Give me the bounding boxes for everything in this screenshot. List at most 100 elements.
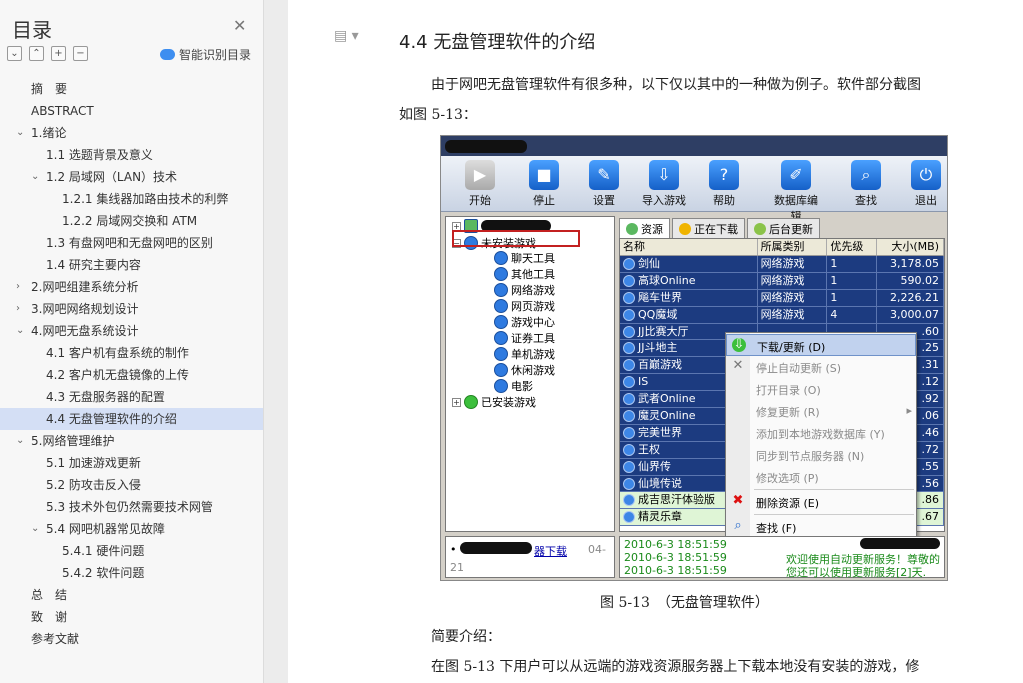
toolbar-button[interactable]: ⌕ 查找 (841, 160, 891, 208)
toc-item[interactable]: 5.4.1 硬件问题 (0, 540, 263, 562)
toc-item[interactable]: ⌄ 1.2 局域网（LAN）技术 (0, 166, 263, 188)
download-icon (623, 257, 635, 270)
toc-item[interactable]: › 3.网吧网络规划设计 (0, 298, 263, 320)
toc-item-label: 5.4.2 软件问题 (62, 566, 145, 580)
toolbar-icon: ✐ (781, 160, 811, 190)
collapse-all-icon[interactable]: ⌃ (29, 46, 44, 61)
toc-item[interactable]: ⌄ 5.网络管理维护 (0, 430, 263, 452)
cell-name-text: 仙境传说 (638, 476, 682, 490)
toc-item[interactable]: 5.2 防攻击反入侵 (0, 474, 263, 496)
cell-cat: 网络游戏 (758, 256, 828, 272)
grid-tab[interactable]: 后台更新 (747, 218, 820, 238)
remove-heading-icon[interactable]: − (73, 46, 88, 61)
column-header[interactable]: 优先级 (827, 239, 878, 255)
toc-item[interactable]: 1.2.1 集线器加路由技术的利弊 (0, 188, 263, 210)
tree-node-installed[interactable]: + 已安装游戏 (452, 394, 536, 410)
tree-label: 聊天工具 (511, 252, 555, 265)
tree-node[interactable]: 网页游戏 (494, 298, 555, 314)
context-menu-item[interactable]: 修改选项 (P) (726, 466, 916, 488)
cell-pri: 1 (827, 289, 878, 306)
chevron-down-icon[interactable]: ⌄ (16, 430, 24, 452)
tree-node[interactable]: 聊天工具 (494, 250, 555, 266)
toc-item-label: 4.2 客户机无盘镜像的上传 (46, 368, 189, 382)
toolbar-button[interactable]: ⇩ 导入游戏 (639, 160, 689, 208)
toc-item[interactable]: 1.3 有盘网吧和无盘网吧的区别 (0, 232, 263, 254)
news-link[interactable]: 器下载 (534, 543, 567, 559)
toolbar-button[interactable]: ✎ 设置 (579, 160, 629, 208)
toc-item[interactable]: 摘 要 (0, 78, 263, 100)
toc-item[interactable]: ABSTRACT (0, 100, 263, 122)
toc-item[interactable]: 4.3 无盘服务器的配置 (0, 386, 263, 408)
context-menu-item[interactable]: ✖ 删除资源 (E) (726, 491, 916, 513)
page-menu-icon[interactable]: ▤ ▾ (334, 28, 359, 44)
context-menu-item[interactable]: 修复更新 (R) ▸ (726, 400, 916, 422)
chevron-down-icon[interactable]: ⌄ (16, 320, 24, 342)
toc-item[interactable]: 4.4 无盘管理软件的介绍 (0, 408, 263, 430)
tree-node[interactable]: 网络游戏 (494, 282, 555, 298)
toc-item[interactable]: 5.4.2 软件问题 (0, 562, 263, 584)
toolbar-button[interactable]: ■ 停止 (519, 160, 569, 208)
toc-item[interactable]: 5.1 加速游戏更新 (0, 452, 263, 474)
grid-tab[interactable]: 资源 (619, 218, 670, 238)
column-header[interactable]: 所属类别 (758, 239, 828, 255)
toc-item[interactable]: ⌄ 5.4 网吧机器常见故障 (0, 518, 263, 540)
toolbar-button[interactable]: ? 帮助 (699, 160, 749, 208)
close-icon[interactable]: ✕ (233, 16, 246, 35)
toc-item[interactable]: ⌄ 4.网吧无盘系统设计 (0, 320, 263, 342)
tree-node[interactable]: 单机游戏 (494, 346, 555, 362)
context-menu-item[interactable]: ⌕ 查找 (F) (726, 516, 916, 538)
context-menu-item[interactable]: 打开目录 (O) (726, 378, 916, 400)
toc-item[interactable]: 4.2 客户机无盘镜像的上传 (0, 364, 263, 386)
paragraph-line: 由于网吧无盘管理软件有很多种，以下仅以其中的一种做为例子。软件部分截图 (431, 77, 921, 93)
cell-cat: 网络游戏 (758, 306, 828, 323)
context-menu-item[interactable]: ✕ 停止自动更新 (S) (726, 356, 916, 378)
tree-node[interactable]: 游戏中心 (494, 314, 555, 330)
column-header[interactable]: 名称 (620, 239, 758, 255)
tree-node[interactable]: 休闲游戏 (494, 362, 555, 378)
toolbar-button[interactable]: ⏻ 退出 (901, 160, 947, 208)
tree-node[interactable]: 其他工具 (494, 266, 555, 282)
tree-label: 休闲游戏 (511, 364, 555, 377)
expand-icon[interactable]: + (452, 397, 461, 407)
table-row[interactable]: 剑仙 网络游戏 1 3,178.05 (620, 256, 944, 273)
toc-item[interactable]: 1.1 选题背景及意义 (0, 144, 263, 166)
tree-node[interactable]: 电影 (494, 378, 533, 394)
table-row[interactable]: QQ魔域 网络游戏 4 3,000.07 (620, 306, 944, 324)
toc-item[interactable]: 4.1 客户机有盘系统的制作 (0, 342, 263, 364)
chevron-right-icon[interactable]: › (16, 276, 20, 298)
column-header[interactable]: 大小(MB) (877, 239, 944, 255)
chevron-down-icon[interactable]: ⌄ (16, 122, 24, 144)
table-row[interactable]: 高球Online 网络游戏 1 590.02 (620, 272, 944, 290)
expand-all-icon[interactable]: ⌄ (7, 46, 22, 61)
context-menu-item[interactable]: 添加到本地游戏数据库 (Y) (726, 422, 916, 444)
toc-item[interactable]: 1.4 研究主要内容 (0, 254, 263, 276)
context-menu-item[interactable]: 同步到节点服务器 (N) (726, 444, 916, 466)
toc-item-label: 1.2 局域网（LAN）技术 (46, 170, 178, 184)
tree-label: 网络游戏 (511, 284, 555, 297)
toc-item[interactable]: 总 结 (0, 584, 263, 606)
toolbar-button[interactable]: ▶ 开始 (455, 160, 505, 208)
toc-item[interactable]: ⌄ 1.绪论 (0, 122, 263, 144)
chevron-down-icon[interactable]: ⌄ (31, 166, 39, 188)
context-menu-item[interactable]: ⇩ 下载/更新 (D) (726, 334, 916, 356)
toc-item-label: 1.绪论 (31, 126, 67, 140)
download-icon (623, 342, 635, 355)
toolbar-button[interactable]: ✐ 数据库编辑 (771, 160, 821, 224)
add-heading-icon[interactable]: + (51, 46, 66, 61)
chevron-down-icon[interactable]: ⌄ (31, 518, 39, 540)
toc-item[interactable]: 5.3 技术外包仍然需要技术网管 (0, 496, 263, 518)
toc-item[interactable]: › 2.网吧组建系统分析 (0, 276, 263, 298)
toolbar-label: 退出 (915, 194, 937, 207)
table-row[interactable]: 飚车世界 网络游戏 1 2,226.21 (620, 289, 944, 307)
chevron-right-icon[interactable]: › (16, 298, 20, 320)
tree-node[interactable]: 证券工具 (494, 330, 555, 346)
smart-toc-button[interactable]: 智能识别目录 (160, 46, 251, 63)
toc-item[interactable]: 参考文献 (0, 628, 263, 650)
toc-item[interactable]: 1.2.2 局域网交换和 ATM (0, 210, 263, 232)
toc-item[interactable]: 致 谢 (0, 606, 263, 628)
document-page: ▤ ▾ 4.4 无盘管理软件的介绍 由于网吧无盘管理软件有很多种，以下仅以其中的… (288, 0, 1023, 683)
toc-item-label: 1.4 研究主要内容 (46, 258, 141, 272)
download-icon (623, 443, 635, 456)
grid-tab[interactable]: 正在下载 (672, 218, 745, 238)
toc-item-label: 4.1 客户机有盘系统的制作 (46, 346, 189, 360)
